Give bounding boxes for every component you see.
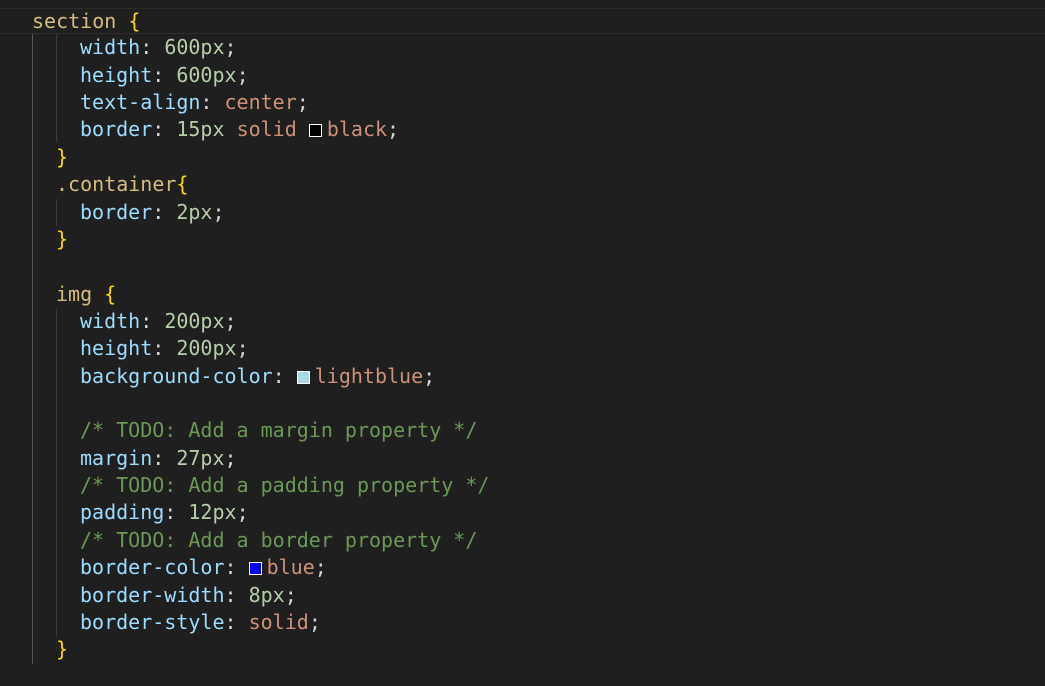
- semicolon: ;: [236, 63, 249, 87]
- border-color-value: black: [326, 117, 388, 141]
- colon: :: [140, 35, 153, 59]
- colon: :: [164, 500, 177, 524]
- semicolon: ;: [387, 117, 400, 141]
- property-value: lightblue: [314, 364, 424, 388]
- property-name: border-width: [80, 583, 225, 607]
- colon: :: [224, 583, 237, 607]
- code-line-12[interactable]: width: 200px;: [80, 308, 237, 335]
- code-line-8[interactable]: border: 2px;: [80, 199, 225, 226]
- colon: :: [152, 63, 165, 87]
- property-name: height: [80, 63, 153, 87]
- property-value: 8px: [248, 583, 285, 607]
- code-line-24[interactable]: }: [56, 636, 68, 663]
- property-name: margin: [80, 446, 153, 470]
- semicolon: ;: [236, 500, 249, 524]
- color-swatch-blue[interactable]: [248, 562, 262, 575]
- code-line-2[interactable]: width: 600px;: [80, 34, 237, 61]
- property-value: center: [224, 90, 297, 114]
- property-name: border-color: [80, 555, 225, 579]
- open-brace: {: [128, 9, 141, 33]
- comment: /* TODO: Add a margin property */: [80, 418, 478, 442]
- property-name: border: [80, 117, 153, 141]
- indent-guide-img: [56, 309, 57, 637]
- semicolon: ;: [296, 90, 309, 114]
- indent-guide-container: [56, 199, 57, 226]
- colon: :: [200, 90, 213, 114]
- property-name: width: [80, 35, 141, 59]
- code-line-21[interactable]: border-color: blue;: [80, 554, 327, 581]
- code-editor[interactable]: section { width: 600px; height: 600px; t…: [0, 0, 1045, 686]
- border-width-value: 15px: [176, 117, 225, 141]
- property-value: 600px: [164, 35, 225, 59]
- property-name: height: [80, 336, 153, 360]
- code-line-11[interactable]: img {: [56, 281, 116, 308]
- code-line-3[interactable]: height: 600px;: [80, 62, 249, 89]
- comment: /* TODO: Add a border property */: [80, 528, 478, 552]
- property-value: solid: [248, 610, 309, 634]
- colon: :: [272, 364, 285, 388]
- code-line-14[interactable]: background-color: lightblue;: [80, 363, 435, 390]
- semicolon: ;: [308, 610, 321, 634]
- selector: section: [32, 9, 117, 33]
- semicolon: ;: [224, 446, 237, 470]
- code-line-1[interactable]: section {: [32, 8, 140, 35]
- close-brace: }: [56, 227, 69, 251]
- selector: img: [56, 282, 93, 306]
- colon: :: [224, 610, 237, 634]
- property-value: 600px: [176, 63, 237, 87]
- close-brace: }: [56, 637, 69, 661]
- open-brace: {: [176, 172, 189, 196]
- semicolon: ;: [224, 35, 237, 59]
- colon: :: [152, 446, 165, 470]
- code-line-20[interactable]: /* TODO: Add a border property */: [80, 527, 477, 554]
- colon: :: [152, 200, 165, 224]
- colon: :: [152, 336, 165, 360]
- code-line-5[interactable]: border: 15px solid black;: [80, 116, 399, 143]
- semicolon: ;: [284, 583, 297, 607]
- open-brace: {: [104, 282, 117, 306]
- code-line-6[interactable]: }: [56, 144, 68, 171]
- semicolon: ;: [212, 200, 225, 224]
- colon: :: [224, 555, 237, 579]
- current-line-highlight: [0, 9, 1045, 34]
- comment: /* TODO: Add a padding property */: [80, 473, 490, 497]
- property-value: 200px: [176, 336, 237, 360]
- property-name: border-style: [80, 610, 225, 634]
- color-swatch-lightblue[interactable]: [296, 371, 310, 384]
- property-name: text-align: [80, 90, 201, 114]
- property-name: border: [80, 200, 153, 224]
- code-line-18[interactable]: /* TODO: Add a padding property */: [80, 472, 489, 499]
- colon: :: [152, 117, 165, 141]
- property-value: blue: [266, 555, 315, 579]
- property-value: 2px: [176, 200, 213, 224]
- semicolon: ;: [236, 336, 249, 360]
- indent-guide-section: [32, 34, 33, 664]
- code-line-13[interactable]: height: 200px;: [80, 335, 249, 362]
- semicolon: ;: [423, 364, 436, 388]
- property-value: 27px: [176, 446, 225, 470]
- colon: :: [140, 309, 153, 333]
- code-line-17[interactable]: margin: 27px;: [80, 445, 237, 472]
- code-line-22[interactable]: border-width: 8px;: [80, 582, 297, 609]
- border-style-value: solid: [236, 117, 297, 141]
- code-line-7[interactable]: .container{: [56, 171, 188, 198]
- property-name: padding: [80, 500, 165, 524]
- property-value: 12px: [188, 500, 237, 524]
- indent-guide-section-inner: [56, 34, 57, 142]
- selector: .container: [56, 172, 177, 196]
- property-name: background-color: [80, 364, 273, 388]
- semicolon: ;: [314, 555, 327, 579]
- semicolon: ;: [224, 309, 237, 333]
- code-line-9[interactable]: }: [56, 226, 68, 253]
- close-brace: }: [56, 145, 69, 169]
- property-value: 200px: [164, 309, 225, 333]
- code-line-19[interactable]: padding: 12px;: [80, 499, 249, 526]
- property-name: width: [80, 309, 141, 333]
- code-line-23[interactable]: border-style: solid;: [80, 609, 321, 636]
- code-line-16[interactable]: /* TODO: Add a margin property */: [80, 417, 477, 444]
- color-swatch-black[interactable]: [308, 124, 322, 137]
- code-line-4[interactable]: text-align: center;: [80, 89, 309, 116]
